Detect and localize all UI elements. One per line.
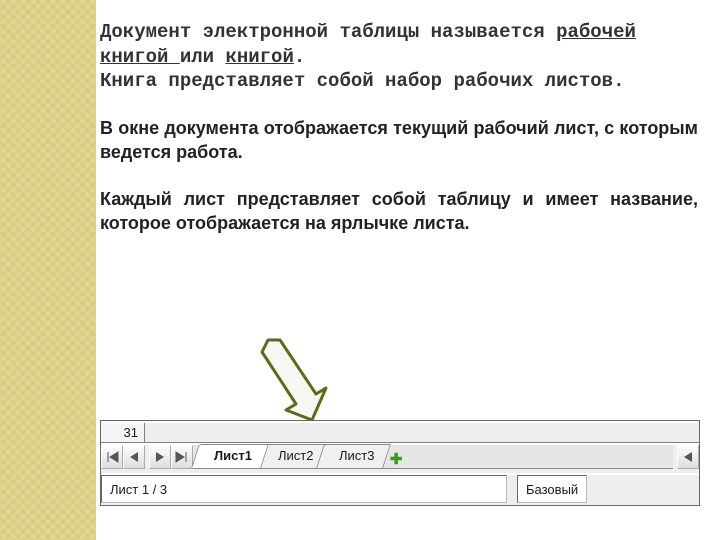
sheet-tab-3[interactable]: Лист3 bbox=[317, 444, 392, 468]
tabs-container: Лист1 Лист2 Лист3 ✚ bbox=[193, 445, 673, 469]
sheet-tab-1[interactable]: Лист1 bbox=[191, 444, 269, 468]
row-number-cell[interactable]: 31 bbox=[101, 423, 145, 443]
text: или bbox=[180, 46, 226, 68]
nav-prev-icon[interactable] bbox=[123, 445, 145, 469]
decorative-texture bbox=[0, 0, 96, 540]
spreadsheet-chrome: 31 Лист1 Лист2 Лист3 ✚ Лист 1 / 3 bbox=[100, 420, 700, 506]
paragraph-2: В окне документа отображается текущий ра… bbox=[100, 116, 698, 165]
nav-next-icon[interactable] bbox=[149, 445, 171, 469]
scroll-cluster bbox=[677, 445, 699, 469]
underline-term-2: книгой bbox=[225, 46, 293, 68]
paragraph-1: Документ электронной таблицы называется … bbox=[100, 20, 698, 94]
sheet-tab-bar: Лист1 Лист2 Лист3 ✚ bbox=[101, 443, 699, 469]
status-sheet-count: Лист 1 / 3 bbox=[101, 475, 507, 503]
nav-last-icon[interactable] bbox=[171, 445, 193, 469]
tab-label: Лист2 bbox=[278, 445, 313, 467]
text: . bbox=[294, 46, 305, 68]
text: Документ электронной таблицы называется bbox=[100, 21, 556, 43]
nav-first-icon[interactable] bbox=[101, 445, 123, 469]
scroll-left-icon[interactable] bbox=[677, 445, 699, 469]
content-area: Документ электронной таблицы называется … bbox=[100, 20, 698, 257]
paragraph-3: Каждый лист представляет собой таблицу и… bbox=[100, 187, 698, 236]
status-bar: Лист 1 / 3 Базовый bbox=[101, 473, 699, 503]
add-sheet-icon[interactable]: ✚ bbox=[390, 450, 403, 468]
grid-row: 31 bbox=[101, 421, 699, 443]
text: Книга представляет собой набор рабочих л… bbox=[100, 70, 625, 92]
grid-spacer bbox=[145, 423, 699, 443]
tab-label: Лист1 bbox=[214, 445, 252, 467]
arrow-annotation bbox=[248, 336, 338, 422]
status-style: Базовый bbox=[517, 475, 587, 503]
tab-label: Лист3 bbox=[339, 445, 374, 467]
